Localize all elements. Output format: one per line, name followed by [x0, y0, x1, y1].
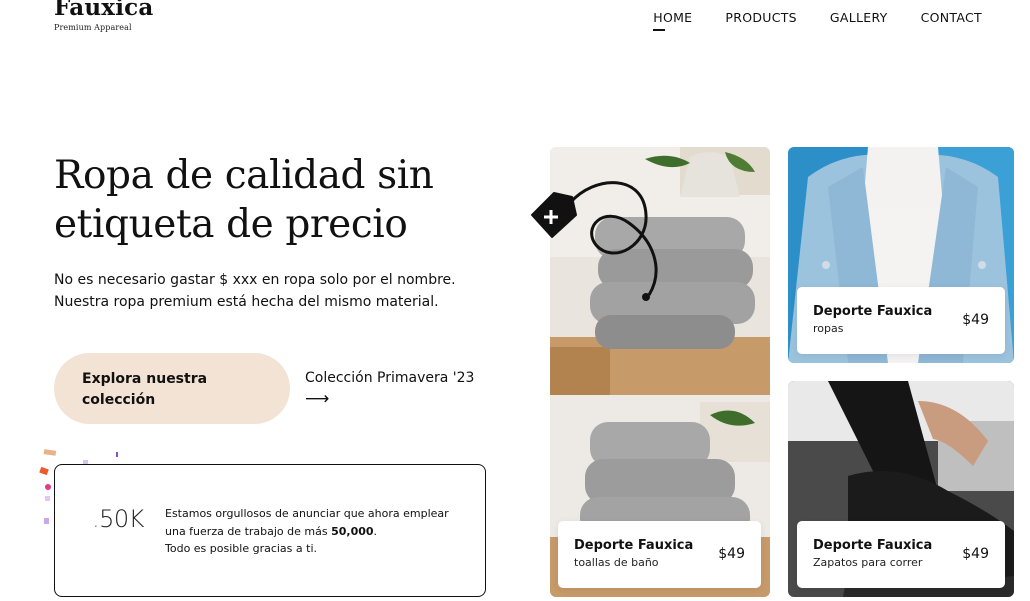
product-category: Zapatos para correr — [813, 556, 923, 569]
product-category: ropas — [813, 322, 844, 335]
product-card-clothes[interactable]: Deporte Fauxica ropas $49 — [797, 287, 1005, 354]
product-price: $49 — [718, 546, 745, 562]
explore-collection-button[interactable]: Explora nuestra colección — [54, 353, 290, 424]
nav-products[interactable]: PRODUCTS — [725, 10, 797, 25]
stat-value: 50K — [99, 505, 144, 533]
spring-collection-link[interactable]: Colección Primavera '23 ⟶ — [305, 368, 474, 409]
nav-gallery[interactable]: GALLERY — [830, 10, 888, 25]
product-category: toallas de baño — [574, 556, 659, 569]
product-price: $49 — [962, 312, 989, 328]
main-nav: HOME PRODUCTS GALLERY CONTACT — [653, 10, 982, 31]
product-card-shoes[interactable]: Deporte Fauxica Zapatos para correr $49 — [797, 521, 1005, 588]
arrow-right-icon: ⟶ — [305, 389, 330, 409]
stat-text-before: Estamos orgullosos de anunciar que ahora… — [165, 507, 449, 538]
collection-label: Colección Primavera '23 — [305, 370, 475, 386]
nav-contact[interactable]: CONTACT — [921, 10, 982, 25]
stat-text-after: . — [373, 524, 378, 538]
stat-description: Estamos orgullosos de anunciar que ahora… — [165, 505, 465, 558]
stat-text-bold: 50,000 — [331, 524, 374, 538]
product-name: Deporte Fauxica — [813, 304, 933, 319]
product-card-towels[interactable]: Deporte Fauxica toallas de baño $49 — [558, 521, 761, 588]
stats-card: .50K Estamos orgullosos de anunciar que … — [54, 464, 486, 597]
product-name: Deporte Fauxica — [574, 538, 694, 553]
hero-title: Ropa de calidad sin etiqueta de precio — [54, 153, 434, 247]
hero-subtitle: No es necesario gastar $ xxx en ropa sol… — [54, 272, 456, 310]
stat-number: .50K — [92, 505, 144, 533]
brand-tagline: Premium Appareal — [54, 23, 132, 32]
price-tag-icon — [531, 181, 658, 301]
brand-logo[interactable]: Fauxica Premium Appareal — [54, 0, 153, 32]
product-name: Deporte Fauxica — [813, 538, 933, 553]
nav-home[interactable]: HOME — [653, 10, 692, 31]
product-price: $49 — [962, 546, 989, 562]
brand-name: Fauxica — [54, 0, 154, 21]
stat-text-line2: Todo es posible gracias a ti. — [165, 542, 318, 556]
